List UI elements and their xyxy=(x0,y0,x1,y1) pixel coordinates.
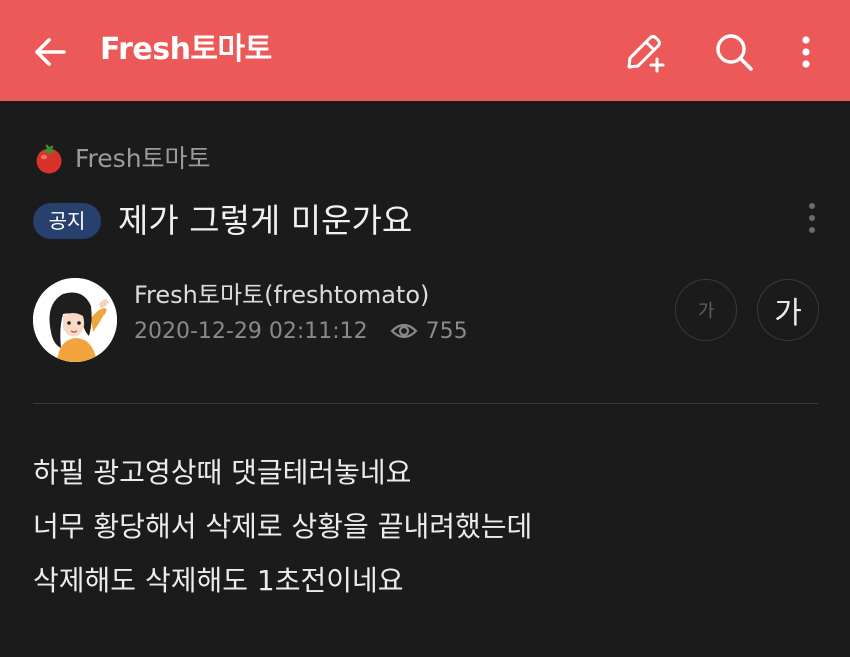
font-size-large-button[interactable]: 가 xyxy=(757,279,819,341)
app-title: Fresh토마토 xyxy=(100,32,272,67)
post-body-line: 하필 광고영상때 댓글테러놓네요 xyxy=(33,456,412,489)
back-arrow-icon[interactable] xyxy=(30,32,70,72)
edit-pen-icon[interactable] xyxy=(620,28,668,76)
author-name[interactable]: Fresh토마토(freshtomato) xyxy=(134,278,429,312)
board-link[interactable]: Fresh토마토 xyxy=(33,143,211,175)
board-name: Fresh토마토 xyxy=(75,144,211,173)
post-date: 2020-12-29 02:11:12 xyxy=(134,318,368,344)
post-body-line: 너무 황당해서 삭제로 상황을 끝내려했는데 xyxy=(33,510,533,543)
font-size-small-button[interactable]: 가 xyxy=(675,279,737,341)
post-meta: 2020-12-29 02:11:12 755 xyxy=(134,315,468,347)
divider xyxy=(33,403,818,404)
tomato-icon xyxy=(36,144,62,174)
post-title: 제가 그렇게 미운가요 xyxy=(118,201,413,240)
app-bar: Fresh토마토 xyxy=(0,0,850,101)
post-body: 하필 광고영상때 댓글테러놓네요 너무 황당해서 삭제로 상황을 끝내려했는데 … xyxy=(33,446,532,608)
avatar[interactable] xyxy=(33,278,117,362)
eye-icon xyxy=(390,323,418,339)
more-vertical-icon[interactable] xyxy=(782,28,830,76)
notice-badge: 공지 xyxy=(33,203,101,239)
post-body-line: 삭제해도 삭제해도 1초전이네요 xyxy=(33,564,404,597)
post-more-icon[interactable] xyxy=(798,198,826,238)
search-icon[interactable] xyxy=(710,28,758,76)
view-count: 755 xyxy=(425,318,468,344)
